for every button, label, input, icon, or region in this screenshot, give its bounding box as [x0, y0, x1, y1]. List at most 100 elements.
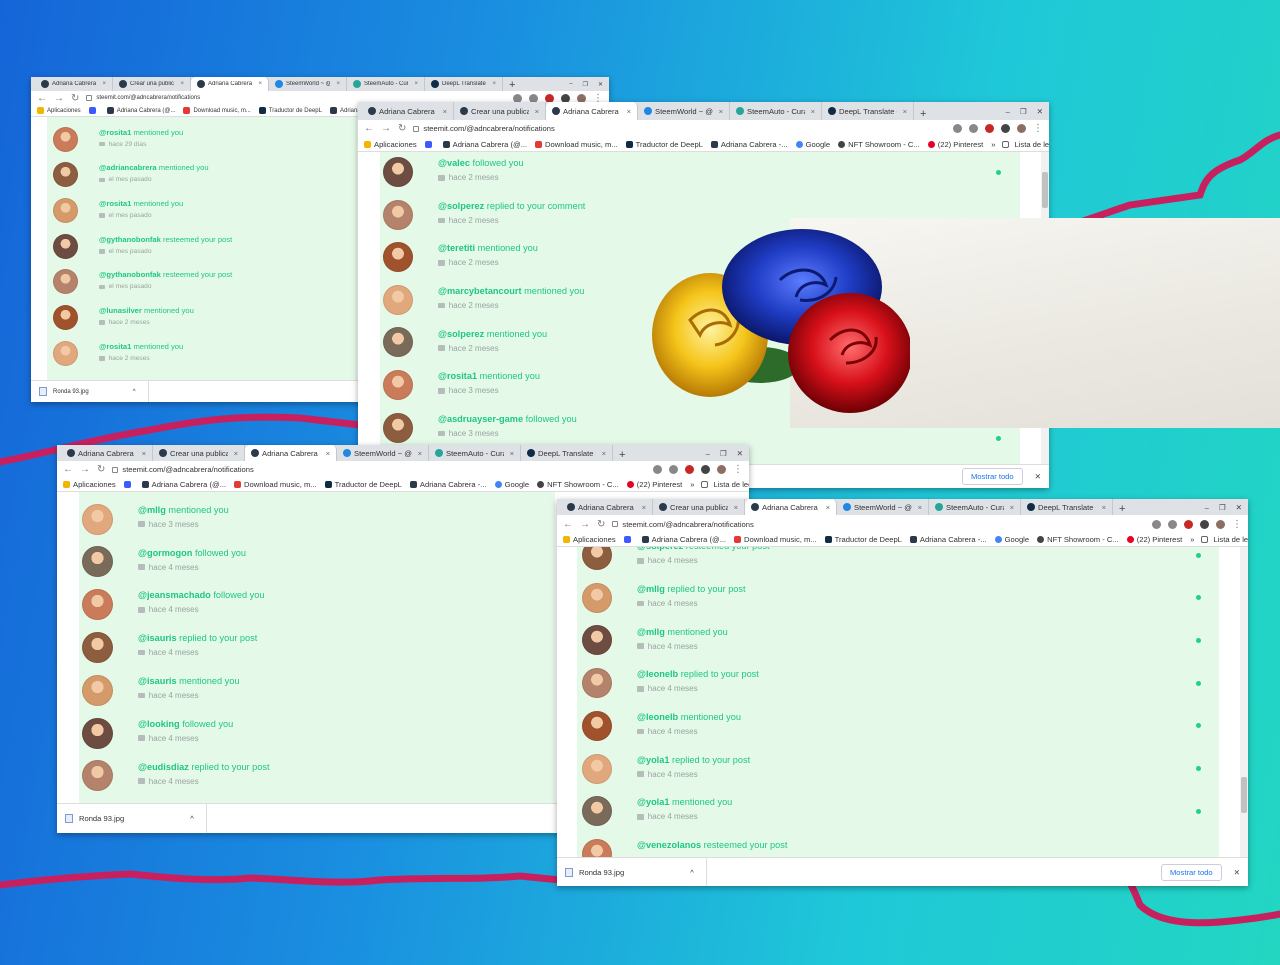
avatar[interactable] — [383, 199, 413, 230]
close-tab-icon[interactable]: × — [326, 449, 330, 458]
bookmark-item[interactable]: Download music, m... — [234, 480, 317, 489]
bookmark-item[interactable]: Google — [494, 480, 529, 489]
bookmark-item[interactable]: Aplicaciones — [63, 480, 116, 489]
bookmark-item[interactable]: (22) Pinterest — [927, 140, 983, 149]
close-tab-icon[interactable]: × — [336, 81, 340, 87]
tab-5[interactable]: SteemAuto - Curation × — [730, 102, 822, 120]
extension-icon[interactable] — [985, 124, 994, 133]
close-tab-icon[interactable]: × — [642, 503, 646, 512]
close-tab-icon[interactable]: × — [734, 503, 738, 512]
notification-item[interactable]: @mllg replied to your post hace 4 meses — [582, 582, 746, 613]
notification-item[interactable]: @rosita1 mentioned you hace 29 días — [52, 126, 183, 152]
puzzle-icon[interactable] — [701, 465, 710, 474]
back-icon[interactable]: ← — [37, 93, 47, 104]
extension-icon[interactable] — [685, 465, 694, 474]
tab-1[interactable]: Adriana Cabrera - @a × — [61, 445, 153, 461]
bookmark-item[interactable]: Adriana Cabrera -... — [710, 140, 788, 149]
forward-icon[interactable]: → — [381, 123, 391, 134]
notification-item[interactable]: @lunasilver mentioned you hace 2 meses — [52, 305, 194, 330]
reload-icon[interactable]: ↻ — [71, 93, 79, 104]
tab-5[interactable]: SteemAuto - Curation × — [929, 499, 1021, 515]
notification-user-link[interactable]: @mllg — [637, 627, 665, 637]
close-tab-icon[interactable]: × — [443, 107, 447, 116]
reading-list-button[interactable]: » Lista de lectura — [690, 480, 749, 489]
forward-icon[interactable]: → — [80, 464, 90, 475]
notification-item[interactable]: @adriancabrera mentioned you el mes pasad… — [52, 162, 209, 188]
notification-item[interactable]: @isauris replied to your post hace 4 mese… — [81, 631, 257, 663]
avatar[interactable] — [383, 327, 413, 358]
bookmark-item[interactable]: Aplicaciones — [563, 535, 616, 544]
reading-list-button[interactable]: » Lista de lectura — [1190, 535, 1248, 544]
zoom-icon[interactable] — [653, 465, 662, 474]
tab-4[interactable]: SteemWorld ~ @adn × — [337, 445, 429, 461]
star-icon[interactable] — [669, 465, 678, 474]
tab-5[interactable]: SteemAuto - Curation × — [347, 77, 425, 91]
close-tab-icon[interactable]: × — [258, 81, 262, 87]
download-item[interactable]: Ronda 93.jpg ^ — [565, 858, 707, 886]
bookmark-item[interactable]: NFT Showroom - C... — [838, 140, 920, 149]
close-window-icon[interactable]: ✕ — [1236, 503, 1242, 512]
new-tab-icon[interactable]: + — [1113, 503, 1131, 515]
minimize-icon[interactable]: – — [569, 81, 572, 88]
star-icon[interactable] — [969, 124, 978, 133]
menu-icon[interactable]: ⋮ — [1033, 123, 1043, 134]
url-field[interactable]: steemit.com/@adncabrera/notifications — [86, 95, 506, 101]
bookmark-item[interactable]: Adriana Cabrera (@... — [442, 140, 527, 149]
notification-item[interactable]: @rosita1 mentioned you hace 2 meses — [52, 340, 183, 366]
avatar[interactable] — [582, 547, 612, 570]
notification-user-link[interactable]: @gormogon — [138, 548, 192, 558]
tab-6[interactable]: DeepL Translate - El m × — [425, 77, 503, 91]
notification-item[interactable]: @solperez mentioned you hace 2 meses — [383, 327, 547, 358]
notification-user-link[interactable]: @adriancabrera — [99, 163, 157, 172]
close-window-icon[interactable]: ✕ — [1037, 107, 1043, 116]
tab-1[interactable]: Adriana Cabrera - @a × — [561, 499, 653, 515]
new-tab-icon[interactable]: + — [613, 449, 631, 461]
bookmark-item[interactable] — [123, 481, 134, 488]
maximize-icon[interactable]: ❐ — [583, 81, 588, 88]
bookmark-item[interactable]: Download music, m... — [535, 140, 618, 149]
avatar[interactable] — [81, 589, 113, 621]
bookmark-item[interactable]: Adriana Cabrera (@... — [641, 535, 726, 544]
close-tab-icon[interactable]: × — [142, 449, 146, 458]
tab-4[interactable]: SteemWorld ~ @adn × — [837, 499, 929, 515]
back-icon[interactable]: ← — [563, 519, 573, 530]
close-tab-icon[interactable]: × — [918, 503, 922, 512]
tab-3[interactable]: Adriana Cabrera (@a × — [546, 102, 638, 120]
notification-user-link[interactable]: @yola1 — [637, 755, 669, 765]
avatar[interactable] — [582, 668, 612, 699]
avatar[interactable] — [52, 269, 78, 295]
close-tab-icon[interactable]: × — [234, 449, 238, 458]
reading-list-button[interactable]: » Lista de lectura — [991, 140, 1049, 149]
notification-item[interactable]: @asdruayser-game followed you hace 3 mese… — [383, 412, 577, 443]
avatar[interactable] — [81, 546, 113, 578]
notification-item[interactable]: @valec followed you hace 2 meses — [383, 157, 524, 187]
notification-user-link[interactable]: @rosita1 — [99, 128, 131, 137]
notification-user-link[interactable]: @isauris — [138, 633, 177, 643]
avatar[interactable] — [582, 710, 612, 741]
notification-user-link[interactable]: @gythanobonfak — [99, 270, 161, 279]
puzzle-icon[interactable] — [1200, 519, 1209, 529]
close-tab-icon[interactable]: × — [180, 81, 184, 87]
minimize-icon[interactable]: – — [1205, 503, 1209, 512]
notification-user-link[interactable]: @venezolanos — [637, 840, 701, 850]
notification-item[interactable]: @teretiti mentioned you hace 2 meses — [383, 242, 538, 273]
tab-5[interactable]: SteemAuto - Curation × — [429, 445, 521, 461]
scrollbar[interactable] — [1240, 547, 1248, 886]
close-tab-icon[interactable]: × — [102, 81, 106, 87]
url-field[interactable]: steemit.com/@adncabrera/notifications — [413, 124, 946, 133]
notification-item[interactable]: @rosita1 mentioned you hace 3 meses — [383, 370, 540, 400]
tab-2[interactable]: Crear una publicación × — [454, 102, 546, 120]
bookmark-item[interactable]: Traductor de DeepL — [324, 480, 402, 489]
bookmark-item[interactable] — [424, 140, 435, 148]
bookmark-item[interactable]: Google — [795, 140, 830, 149]
tab-2[interactable]: Crear una publicación × — [153, 445, 245, 461]
bookmark-item[interactable] — [88, 107, 99, 114]
avatar[interactable] — [717, 465, 726, 474]
notification-user-link[interactable]: @asdruayser-game — [438, 414, 523, 424]
scrollbar-thumb[interactable] — [1241, 777, 1247, 813]
avatar[interactable] — [582, 582, 612, 613]
close-tab-icon[interactable]: × — [627, 107, 631, 116]
notification-item[interactable]: @solperez replied to your comment hace 2 … — [383, 199, 585, 230]
notification-user-link[interactable]: @jeansmachado — [138, 590, 211, 600]
bookmark-item[interactable]: NFT Showroom - C... — [1037, 535, 1119, 544]
